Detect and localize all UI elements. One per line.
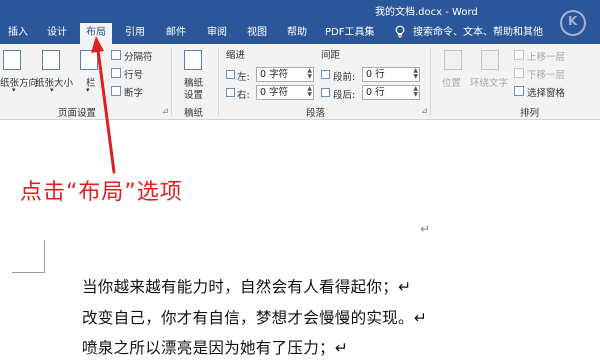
annotation-arrow — [91, 36, 116, 174]
